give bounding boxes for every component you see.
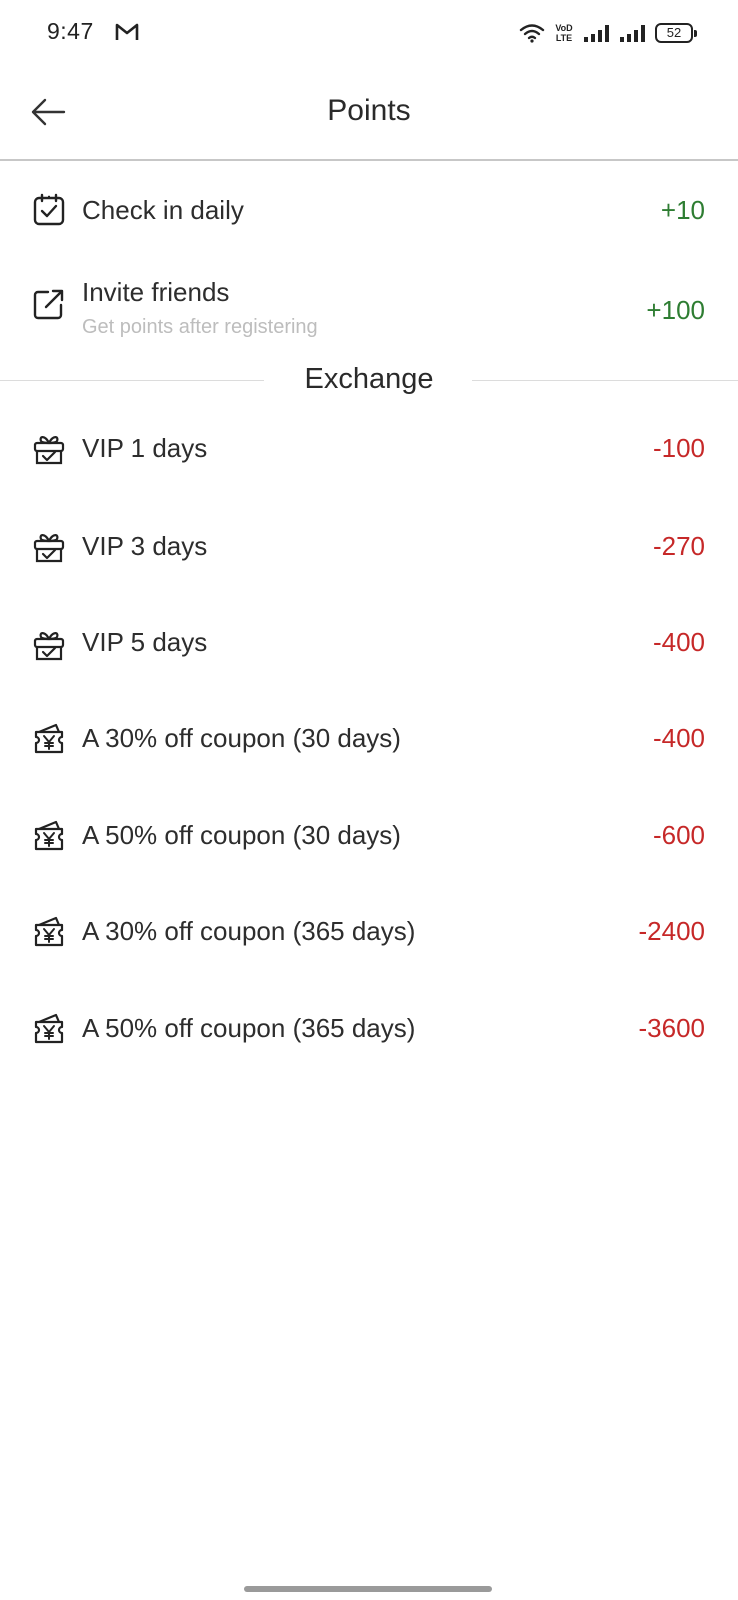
signal-icon-2 xyxy=(620,25,645,42)
exchange-label: A 30% off coupon (30 days) xyxy=(82,723,401,753)
earn-label: Invite friends xyxy=(82,277,230,307)
gift-box-icon xyxy=(32,628,66,662)
exchange-points: -270 xyxy=(652,531,705,561)
status-icons: VoD LTE 52 xyxy=(519,18,697,48)
exchange-row-vip-3[interactable]: VIP 3 days -270 xyxy=(0,504,738,600)
exchange-points: -400 xyxy=(652,627,705,657)
divider-line xyxy=(472,380,738,381)
coupon-yen-icon xyxy=(32,1012,66,1046)
volte-top-label: VoD xyxy=(555,23,573,33)
gift-box-icon xyxy=(32,530,66,564)
coupon-yen-icon xyxy=(32,915,66,949)
calendar-check-icon xyxy=(32,193,66,227)
app-bar: Points xyxy=(0,66,738,161)
earn-row-check-in[interactable]: Check in daily +10 xyxy=(0,161,738,259)
exchange-label: VIP 3 days xyxy=(82,531,208,561)
exchange-row-coupon-30-30[interactable]: A 30% off coupon (30 days) -400 xyxy=(0,698,738,795)
coupon-yen-icon xyxy=(32,819,66,853)
exchange-points: -3600 xyxy=(638,1013,706,1043)
share-external-icon xyxy=(32,287,66,321)
exchange-section-header: Exchange xyxy=(0,355,738,405)
exchange-row-vip-5[interactable]: VIP 5 days -400 xyxy=(0,600,738,698)
battery-icon: 52 xyxy=(655,23,697,43)
exchange-points: -100 xyxy=(652,433,705,463)
exchange-row-coupon-50-365[interactable]: A 50% off coupon (365 days) -3600 xyxy=(0,988,738,1085)
coupon-yen-icon xyxy=(32,722,66,756)
exchange-points: -600 xyxy=(652,820,705,850)
earn-label: Check in daily xyxy=(82,195,244,225)
exchange-label: A 50% off coupon (30 days) xyxy=(82,820,401,850)
wifi-icon xyxy=(519,24,545,43)
gmail-icon xyxy=(115,23,139,40)
exchange-row-vip-1[interactable]: VIP 1 days -100 xyxy=(0,408,738,504)
exchange-label: VIP 1 days xyxy=(82,433,208,463)
earn-sublabel: Get points after registering xyxy=(82,316,318,338)
exchange-row-coupon-30-365[interactable]: A 30% off coupon (365 days) -2400 xyxy=(0,891,738,988)
page-title: Points xyxy=(327,94,411,127)
exchange-row-coupon-50-30[interactable]: A 50% off coupon (30 days) -600 xyxy=(0,795,738,891)
signal-icon-1 xyxy=(584,25,609,42)
earn-points: +100 xyxy=(646,295,705,325)
earn-list: Check in daily +10 Invite friends Get po… xyxy=(0,161,738,373)
exchange-points: -400 xyxy=(652,723,705,753)
exchange-points: -2400 xyxy=(638,916,706,946)
earn-points: +10 xyxy=(660,195,705,225)
status-bar: 9:47 VoD LTE 52 xyxy=(0,0,738,66)
status-time: 9:47 xyxy=(47,18,94,44)
gift-box-icon xyxy=(32,432,66,466)
volte-bottom-label: LTE xyxy=(555,33,573,43)
exchange-label: A 30% off coupon (365 days) xyxy=(82,916,416,946)
volte-icon: VoD LTE xyxy=(553,23,575,43)
exchange-label: A 50% off coupon (365 days) xyxy=(82,1013,416,1043)
home-indicator[interactable] xyxy=(244,1586,492,1592)
exchange-label: VIP 5 days xyxy=(82,627,208,657)
